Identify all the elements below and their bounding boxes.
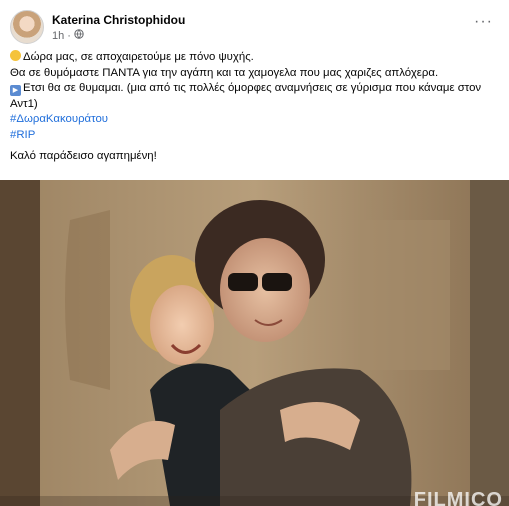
more-options-icon[interactable]: ··· bbox=[474, 14, 493, 30]
post-line-3-text: Ετσι θα σε θυμαμαι. (μια από τις πολλές … bbox=[10, 82, 482, 110]
post-header: Katerina Christophidou 1h · ··· bbox=[10, 10, 499, 46]
post-text: Δώρα μας, σε αποχαιρετούμε με πόνο ψυχής… bbox=[10, 50, 499, 165]
post-time[interactable]: 1h bbox=[52, 30, 64, 42]
post-video[interactable]: FILMICO bbox=[0, 180, 509, 506]
globe-icon bbox=[74, 29, 84, 42]
facebook-post: Katerina Christophidou 1h · ··· Δώρα μας… bbox=[0, 0, 509, 506]
post-line-1: Δώρα μας, σε αποχαιρετούμε με πόνο ψυχής… bbox=[10, 50, 499, 66]
post-line-3: ▶ Ετσι θα σε θυμαμαι. (μια από τις πολλές… bbox=[10, 81, 499, 112]
hashtag-link[interactable]: #ΔωραΚακουράτου bbox=[10, 112, 499, 128]
sad-face-emoji-icon bbox=[10, 50, 21, 61]
author-avatar[interactable] bbox=[10, 10, 44, 44]
hashtag-link[interactable]: #RIP bbox=[10, 128, 499, 144]
meta-separator: · bbox=[67, 29, 71, 42]
author-name[interactable]: Katerina Christophidou bbox=[52, 13, 185, 27]
post-meta: 1h · bbox=[52, 29, 84, 42]
video-frame bbox=[0, 180, 509, 506]
post-line-4: Καλό παράδεισο αγαπημένη! bbox=[10, 150, 157, 162]
video-watermark: FILMICO bbox=[413, 489, 503, 506]
play-button-emoji-icon: ▶ bbox=[10, 85, 21, 96]
post-line-1-text: Δώρα μας, σε αποχαιρετούμε με πόνο ψυχής… bbox=[23, 51, 254, 63]
post-line-2: Θα σε θυμόμαστε ΠΑΝΤΑ για την αγάπη και … bbox=[10, 66, 439, 79]
